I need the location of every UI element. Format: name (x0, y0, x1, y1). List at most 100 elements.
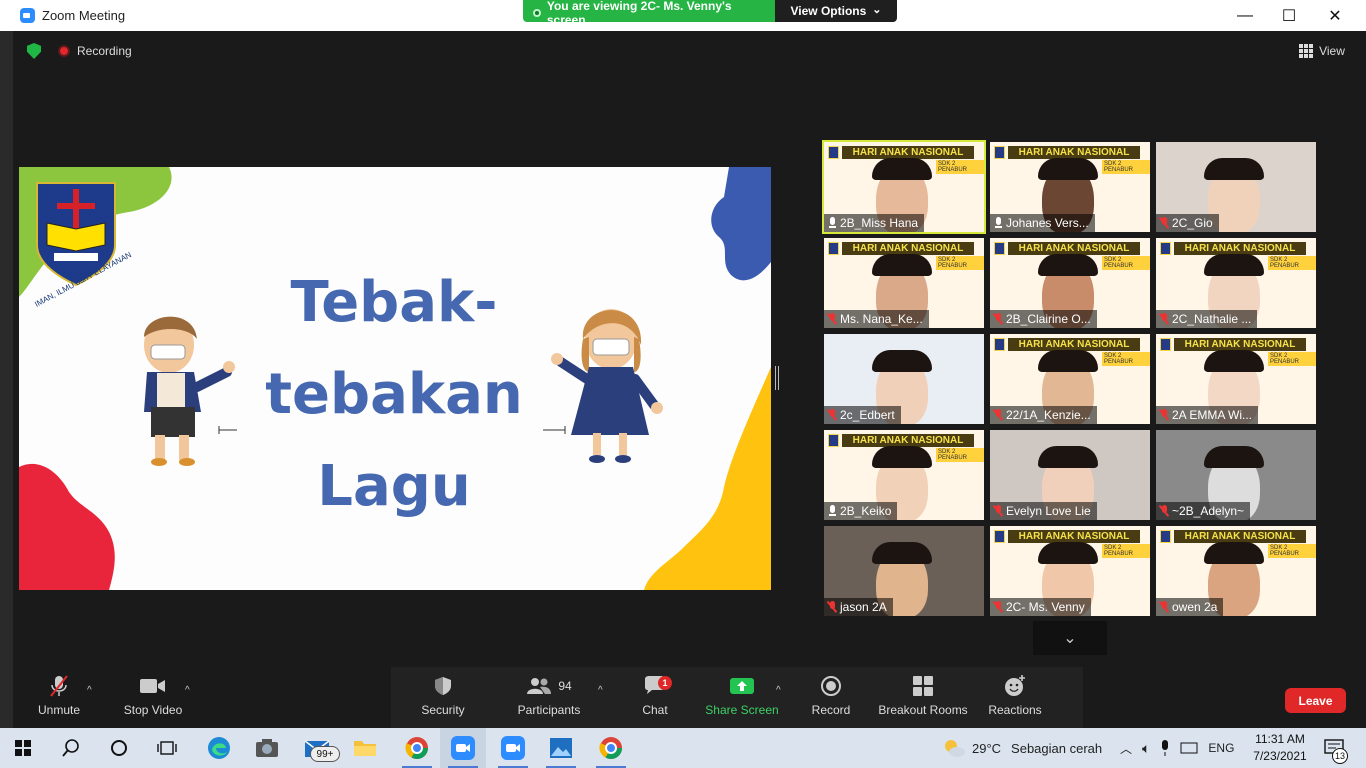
right-child-illustration (543, 309, 663, 463)
record-button[interactable]: Record (810, 667, 852, 728)
taskbar-chrome[interactable] (394, 728, 440, 768)
mic-muted-icon (48, 667, 70, 705)
participant-tile[interactable]: HARI ANAK NASIONAL SDK 2 PENABUR 2B_Clairi… (990, 238, 1150, 328)
participant-name: Ms. Nana_Ke... (840, 312, 923, 326)
microphone-icon[interactable] (1160, 740, 1170, 756)
participant-name-tag: 2B_Clairine O... (990, 310, 1097, 328)
weather-widget[interactable]: 29°C Sebagian cerah (942, 728, 1102, 768)
participant-hair (1204, 158, 1264, 180)
taskbar-file-explorer[interactable] (342, 728, 388, 768)
reactions-label: Reactions (988, 703, 1042, 717)
camera-icon (256, 739, 278, 757)
close-button[interactable]: ✕ (1312, 0, 1358, 31)
participant-tile[interactable]: ~2B_Adelyn~ (1156, 430, 1316, 520)
leave-button[interactable]: Leave (1285, 688, 1346, 713)
windows-taskbar: 99+ 29°C Sebagian cerah ︿ 🔈︎ ENG 11:31 A… (0, 728, 1366, 768)
participant-tile[interactable]: HARI ANAK NASIONAL SDK 2 PENABUR 2B_Keiko (824, 430, 984, 520)
participants-label: Participants (517, 703, 581, 717)
participant-tile[interactable]: 2c_Edbert (824, 334, 984, 424)
participants-button[interactable]: 94 Participants (513, 667, 585, 728)
share-banner: You are viewing 2C- Ms. Venny's screen V… (523, 0, 897, 27)
participant-tile[interactable]: HARI ANAK NASIONAL SDK 2 PENABUR 2C- Ms. V… (990, 526, 1150, 616)
view-button[interactable]: View (1293, 40, 1351, 62)
participant-tile[interactable]: HARI ANAK NASIONAL SDK 2 PENABUR 22/1A_Ken… (990, 334, 1150, 424)
background-window-strip (0, 31, 13, 728)
participant-name: 2C- Ms. Venny (1006, 600, 1085, 614)
participant-tile[interactable]: HARI ANAK NASIONAL SDK 2 PENABUR 2B_Miss H… (822, 140, 986, 234)
windows-start-button[interactable] (0, 728, 46, 768)
participant-tile[interactable]: HARI ANAK NASIONAL SDK 2 PENABUR Ms. Nana_… (824, 238, 984, 328)
chevron-down-icon: ⌄ (1063, 630, 1077, 647)
network-icon[interactable] (1180, 742, 1198, 754)
minimize-button[interactable]: — (1222, 0, 1268, 31)
taskbar-camera-app[interactable] (244, 728, 290, 768)
participant-hair (1204, 542, 1264, 564)
stop-video-button[interactable]: Stop Video (121, 667, 185, 728)
shared-screen-slide: Tebak- tebakan Lagu BPK PENABUR IMAN, IL… (19, 167, 771, 590)
security-button[interactable]: Security (418, 667, 468, 728)
search-button[interactable] (48, 728, 94, 768)
school-crest-icon (1160, 242, 1171, 255)
school-crest-icon (994, 146, 1005, 159)
school-crest-icon (1160, 530, 1171, 543)
participant-tile[interactable]: jason 2A (824, 526, 984, 616)
banner-subtitle: SDK 2 PENABUR (1102, 256, 1150, 270)
clock-date: 7/23/2021 (1253, 749, 1307, 763)
mic-muted-icon (1160, 601, 1168, 613)
participant-hair (872, 254, 932, 276)
task-view-button[interactable] (144, 728, 190, 768)
school-crest-icon (994, 338, 1005, 351)
participant-name: owen 2a (1172, 600, 1218, 614)
taskbar-edge[interactable] (196, 728, 242, 768)
participant-tile[interactable]: HARI ANAK NASIONAL SDK 2 PENABUR 2A EMMA W… (1156, 334, 1316, 424)
cortana-button[interactable] (96, 728, 142, 768)
participant-name: 2A EMMA Wi... (1172, 408, 1253, 422)
participant-name-tag: 2A EMMA Wi... (1156, 406, 1259, 424)
participant-name: jason 2A (840, 600, 887, 614)
participant-tile[interactable]: 2C_Gio (1156, 142, 1316, 232)
chat-button[interactable]: Chat (635, 667, 675, 728)
unmute-button[interactable]: Unmute (33, 667, 85, 728)
share-screen-button[interactable]: Share Screen (705, 667, 779, 728)
splitter-handle[interactable] (775, 366, 779, 390)
video-options-caret[interactable]: ^ (185, 685, 190, 696)
taskbar-zoom-2[interactable] (490, 728, 536, 768)
maximize-button[interactable]: ☐ (1266, 0, 1312, 31)
share-options-caret[interactable]: ^ (776, 685, 781, 696)
participant-tile[interactable]: HARI ANAK NASIONAL SDK 2 PENABUR 2C_Nathal… (1156, 238, 1316, 328)
zoom-icon (501, 736, 525, 760)
mic-icon (828, 505, 836, 517)
unmute-label: Unmute (37, 703, 81, 717)
speaker-icon[interactable]: 🔈︎ (1142, 740, 1150, 757)
taskbar-photos[interactable] (538, 728, 584, 768)
show-hidden-icons-chevron-icon[interactable]: ︿ (1120, 740, 1132, 757)
participants-options-caret[interactable]: ^ (598, 685, 603, 696)
taskbar-zoom-1[interactable] (440, 728, 486, 768)
participant-tile[interactable]: HARI ANAK NASIONAL SDK 2 PENABUR owen 2a (1156, 526, 1316, 616)
breakout-rooms-button[interactable]: Breakout Rooms (878, 667, 968, 728)
taskbar-chrome-2[interactable] (588, 728, 634, 768)
reactions-button[interactable]: Reactions (988, 667, 1042, 728)
participant-hair (1204, 254, 1264, 276)
participant-name-tag: 2B_Keiko (824, 502, 898, 520)
view-options-button[interactable]: View Options ⌄ (775, 0, 897, 22)
participant-tile[interactable]: Evelyn Love Lie (990, 430, 1150, 520)
participant-name: 2C_Nathalie ... (1172, 312, 1252, 326)
audio-options-caret[interactable]: ^ (87, 685, 92, 696)
clock[interactable]: 11:31 AM 7/23/2021 (1252, 731, 1308, 765)
participant-name-tag: 2B_Miss Hana (824, 214, 925, 232)
smiley-plus-icon (1004, 667, 1026, 705)
stop-video-label: Stop Video (123, 703, 183, 717)
participant-name: 22/1A_Kenzie... (1006, 408, 1091, 422)
search-icon (62, 739, 79, 757)
participant-name: 2B_Clairine O... (1006, 312, 1091, 326)
gallery-next-page-button[interactable]: ⌄ (1033, 621, 1107, 655)
participant-tile[interactable]: HARI ANAK NASIONAL SDK 2 PENABUR Johanes V… (990, 142, 1150, 232)
banner-subtitle: SDK 2 PENABUR (936, 256, 984, 270)
slide-title-line-2: tebakan (265, 362, 523, 427)
record-icon (820, 667, 842, 705)
participant-name-tag: ~2B_Adelyn~ (1156, 502, 1251, 520)
chat-label: Chat (642, 703, 668, 717)
notification-count-badge: 13 (1332, 748, 1348, 764)
input-language[interactable]: ENG (1208, 741, 1234, 755)
